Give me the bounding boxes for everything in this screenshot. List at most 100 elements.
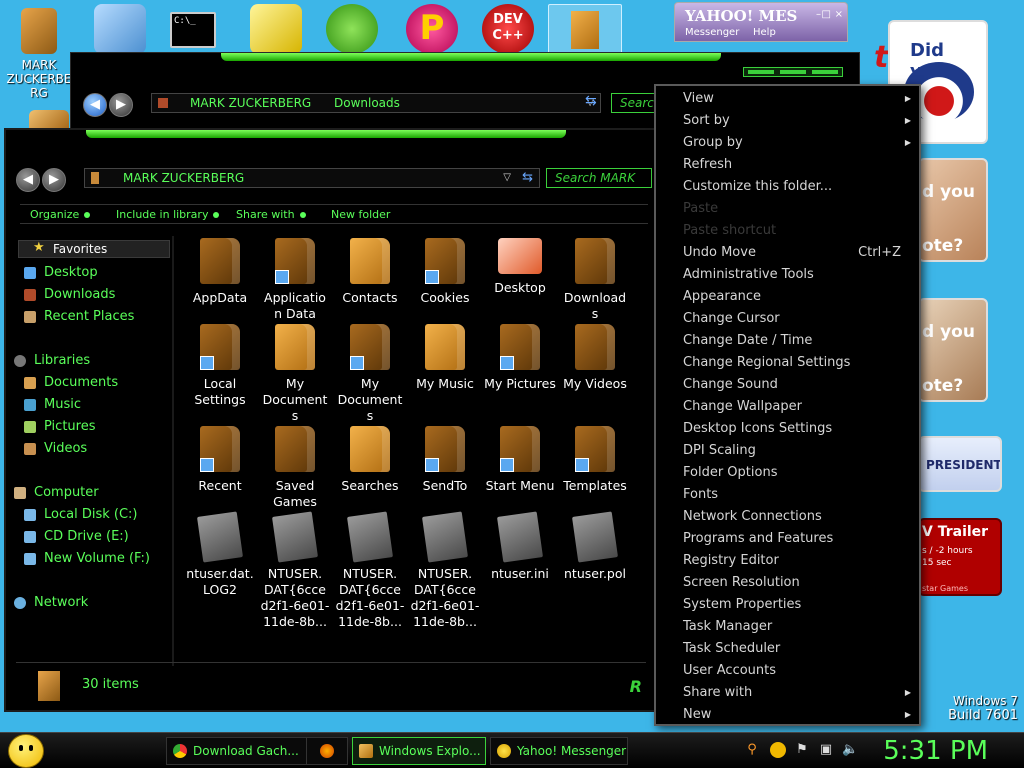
file-item[interactable]: Local Settings bbox=[184, 324, 256, 408]
menu-item-registry-editor[interactable]: Registry Editor bbox=[656, 550, 919, 572]
desktop-icon-bad-piggies[interactable] bbox=[326, 4, 378, 54]
file-item[interactable]: NTUSER. DAT{6cce d2f1-6e01- 11de-8b... bbox=[334, 511, 406, 630]
desktop-icon-folder-selected[interactable] bbox=[548, 4, 622, 56]
start-button[interactable] bbox=[8, 734, 44, 768]
organize-button[interactable]: Organize bbox=[30, 208, 91, 221]
nav-item-documents[interactable]: Documents bbox=[24, 374, 118, 392]
back-button[interactable]: ◀ bbox=[16, 168, 40, 192]
desktop-icon-printer[interactable] bbox=[250, 4, 302, 54]
menu-item-screen-resolution[interactable]: Screen Resolution bbox=[656, 572, 919, 594]
file-item[interactable]: Start Menu bbox=[484, 426, 556, 494]
menu-item-sort-by[interactable]: Sort by ▶ bbox=[656, 110, 919, 132]
minimize-button[interactable] bbox=[748, 70, 774, 74]
menu-item-change-wallpaper[interactable]: Change Wallpaper bbox=[656, 396, 919, 418]
clock[interactable]: 5:31 PM bbox=[883, 735, 988, 767]
maximize-icon[interactable]: □ bbox=[822, 9, 831, 20]
messenger-tray-icon[interactable] bbox=[770, 742, 786, 758]
breadcrumb-item[interactable]: MARK ZUCKERBERG bbox=[190, 94, 311, 112]
promo-tile-vote-2[interactable]: d you ote? bbox=[918, 298, 988, 402]
menu-item-change-cursor[interactable]: Change Cursor bbox=[656, 308, 919, 330]
file-item[interactable]: My Document s bbox=[259, 324, 331, 424]
search-input[interactable]: Search MARK ZU bbox=[546, 168, 652, 188]
file-item[interactable]: ntuser.pol bbox=[559, 511, 631, 582]
close-button[interactable] bbox=[812, 70, 838, 74]
desktop-icon-devcpp[interactable]: DEV C++ bbox=[482, 4, 534, 54]
menu-item-system-properties[interactable]: System Properties bbox=[656, 594, 919, 616]
taskbar-yahoo-messenger[interactable]: Yahoo! Messenger bbox=[490, 737, 628, 765]
resize-grip-icon[interactable]: R bbox=[630, 677, 642, 696]
nav-item-new-volume[interactable]: New Volume (F:) bbox=[24, 550, 150, 568]
file-item[interactable]: Download s bbox=[559, 238, 631, 322]
desktop-icon-cmd[interactable]: C:\_ bbox=[170, 12, 216, 48]
messenger-menu-messenger[interactable]: Messenger bbox=[685, 27, 739, 38]
menu-item-folder-options[interactable]: Folder Options bbox=[656, 462, 919, 484]
nav-item-downloads[interactable]: Downloads bbox=[24, 286, 115, 304]
refresh-icon[interactable]: ⇆ bbox=[522, 169, 533, 187]
menu-item-change-regional-settings[interactable]: Change Regional Settings bbox=[656, 352, 919, 374]
file-item[interactable]: AppData bbox=[184, 238, 256, 306]
file-item[interactable]: Recent bbox=[184, 426, 256, 494]
menu-item-dpi-scaling[interactable]: DPI Scaling bbox=[656, 440, 919, 462]
promo-tile-president[interactable]: PRESIDENT bbox=[918, 436, 1002, 492]
chevron-down-icon[interactable]: ▽ bbox=[503, 169, 511, 187]
taskbar-windows-explorer[interactable]: Windows Explo... bbox=[352, 737, 486, 765]
menu-item-user-accounts[interactable]: User Accounts bbox=[656, 660, 919, 682]
menu-item-refresh[interactable]: Refresh bbox=[656, 154, 919, 176]
file-item[interactable]: NTUSER. DAT{6cce d2f1-6e01- 11de-8b... bbox=[409, 511, 481, 630]
desktop-icon-notes[interactable] bbox=[94, 4, 146, 54]
back-button[interactable]: ◀ bbox=[83, 93, 107, 117]
menu-item-programs-and-features[interactable]: Programs and Features bbox=[656, 528, 919, 550]
explorer-window-user[interactable]: ◀ ▶ MARK ZUCKERBERG ▽ ⇆ Search MARK ZU O… bbox=[4, 128, 656, 712]
search-icon[interactable]: ⚲ bbox=[744, 742, 760, 758]
menu-item-task-scheduler[interactable]: Task Scheduler bbox=[656, 638, 919, 660]
file-item[interactable]: My Document s bbox=[334, 324, 406, 424]
file-item[interactable]: Saved Games bbox=[259, 426, 331, 510]
file-item[interactable]: ntuser.ini bbox=[484, 511, 556, 582]
file-item[interactable]: SendTo bbox=[409, 426, 481, 494]
file-item[interactable]: ntuser.dat. LOG2 bbox=[184, 511, 256, 598]
breadcrumb-item[interactable]: MARK ZUCKERBERG bbox=[123, 169, 244, 187]
include-in-library-button[interactable]: Include in library bbox=[116, 208, 220, 221]
taskbar-firefox[interactable] bbox=[306, 737, 348, 765]
address-bar[interactable]: MARK ZUCKERBERG Downloads ▽ bbox=[151, 93, 601, 113]
file-item[interactable]: My Videos bbox=[559, 324, 631, 392]
forward-button[interactable]: ▶ bbox=[42, 168, 66, 192]
yahoo-messenger-window[interactable]: YAHOO! MES Messenger Help – □ × bbox=[674, 2, 848, 42]
file-item[interactable]: Applicatio n Data bbox=[259, 238, 331, 322]
address-bar[interactable]: MARK ZUCKERBERG ▽ ⇆ bbox=[84, 168, 540, 188]
file-item[interactable]: Contacts bbox=[334, 238, 406, 306]
menu-item-network-connections[interactable]: Network Connections bbox=[656, 506, 919, 528]
menu-item-undo-move[interactable]: Undo Move Ctrl+Z bbox=[656, 242, 919, 264]
share-with-button[interactable]: Share with bbox=[236, 208, 306, 221]
nav-item-recent-places[interactable]: Recent Places bbox=[24, 308, 134, 326]
file-item[interactable]: My Music bbox=[409, 324, 481, 392]
nav-item-desktop[interactable]: Desktop bbox=[24, 264, 98, 282]
menu-item-change-sound[interactable]: Change Sound bbox=[656, 374, 919, 396]
menu-item-share-with[interactable]: Share with ▶ bbox=[656, 682, 919, 704]
forward-button[interactable]: ▶ bbox=[109, 93, 133, 117]
menu-item-new[interactable]: New ▶ bbox=[656, 704, 919, 726]
nav-item-music[interactable]: Music bbox=[24, 396, 81, 414]
close-icon[interactable]: × bbox=[835, 9, 843, 20]
nav-computer[interactable]: Computer bbox=[14, 484, 99, 502]
new-folder-button[interactable]: New folder bbox=[331, 208, 390, 221]
nav-libraries[interactable]: Libraries bbox=[14, 352, 90, 370]
nav-network[interactable]: Network bbox=[14, 594, 88, 612]
network-tray-icon[interactable]: ▣ bbox=[818, 742, 834, 758]
minimize-icon[interactable]: – bbox=[816, 9, 821, 20]
file-item[interactable]: Desktop bbox=[484, 238, 556, 296]
menu-item-administrative-tools[interactable]: Administrative Tools bbox=[656, 264, 919, 286]
refresh-icon[interactable]: ⇆ bbox=[585, 93, 597, 109]
file-item[interactable]: Searches bbox=[334, 426, 406, 494]
file-item[interactable]: Cookies bbox=[409, 238, 481, 306]
file-item[interactable]: Templates bbox=[559, 426, 631, 494]
nav-item-cd-drive[interactable]: CD Drive (E:) bbox=[24, 528, 129, 546]
menu-item-customize-this-folder[interactable]: Customize this folder... bbox=[656, 176, 919, 198]
messenger-menu-help[interactable]: Help bbox=[753, 27, 776, 38]
desktop-icon-user-folder[interactable]: MARK ZUCKERBERG bbox=[4, 8, 74, 100]
menu-item-fonts[interactable]: Fonts bbox=[656, 484, 919, 506]
file-item[interactable]: NTUSER. DAT{6cce d2f1-6e01- 11de-8b... bbox=[259, 511, 331, 630]
maximize-button[interactable] bbox=[780, 70, 806, 74]
nav-item-local-disk[interactable]: Local Disk (C:) bbox=[24, 506, 137, 524]
nav-item-pictures[interactable]: Pictures bbox=[24, 418, 95, 436]
